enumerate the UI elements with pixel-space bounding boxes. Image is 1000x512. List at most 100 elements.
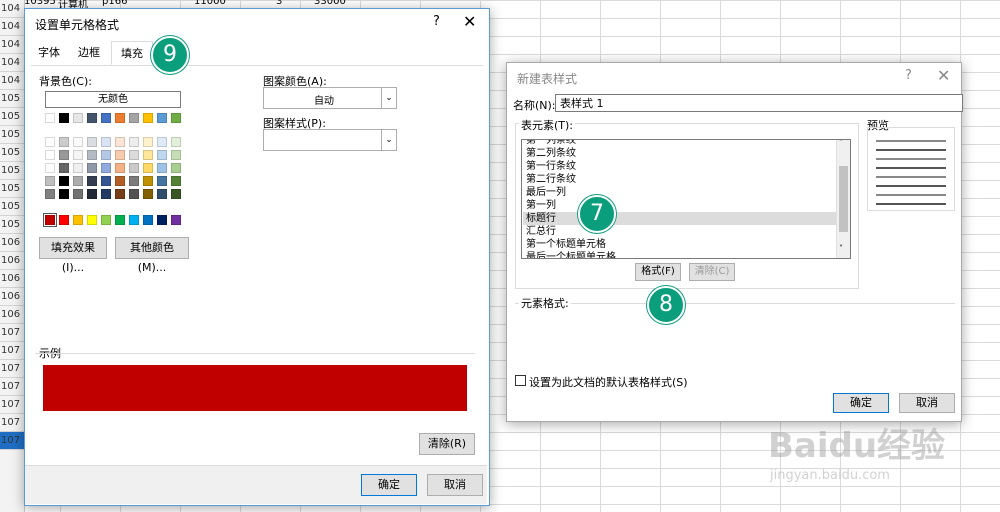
color-swatch[interactable] <box>59 137 69 147</box>
color-swatch[interactable] <box>59 150 69 160</box>
color-swatch[interactable] <box>87 150 97 160</box>
color-swatch[interactable] <box>143 150 153 160</box>
row-header[interactable]: 105 <box>0 144 24 162</box>
color-swatch[interactable] <box>115 176 125 186</box>
pattern-style-select[interactable]: ⌄ <box>263 129 397 151</box>
row-header[interactable]: 105 <box>0 216 24 234</box>
color-swatch[interactable] <box>73 137 83 147</box>
row-headers[interactable]: 104 104 104 104 104 105 105 105 105 105 105 105 105 1… <box>0 0 25 512</box>
color-swatch[interactable] <box>115 137 125 147</box>
list-scrollbar[interactable]: ˄ ˅ <box>836 140 850 258</box>
color-swatch[interactable] <box>87 163 97 173</box>
help-icon[interactable]: ? <box>433 14 440 29</box>
chevron-down-icon[interactable]: ⌄ <box>381 88 396 108</box>
color-swatch[interactable] <box>157 163 167 173</box>
default-style-checkbox[interactable] <box>515 375 526 386</box>
color-swatch[interactable] <box>73 163 83 173</box>
table-element-item[interactable]: 第二行条纹 <box>523 173 836 186</box>
color-swatch[interactable] <box>157 189 167 199</box>
table-element-item[interactable]: 第一个标题单元格 <box>523 238 836 251</box>
color-swatch[interactable] <box>101 176 111 186</box>
color-swatch[interactable] <box>115 113 125 123</box>
color-swatch[interactable] <box>73 189 83 199</box>
color-swatch[interactable] <box>45 189 55 199</box>
color-swatch[interactable] <box>115 150 125 160</box>
row-header[interactable]: 105 <box>0 198 24 216</box>
color-swatch[interactable] <box>171 189 181 199</box>
color-swatch[interactable] <box>73 176 83 186</box>
color-swatch[interactable] <box>45 150 55 160</box>
color-swatch[interactable] <box>171 150 181 160</box>
clear-button[interactable]: 清除(R) <box>419 433 475 455</box>
color-swatch[interactable] <box>115 163 125 173</box>
color-swatch[interactable] <box>171 176 181 186</box>
pattern-color-select[interactable]: 自动 ⌄ <box>263 87 397 109</box>
color-swatch[interactable] <box>45 113 55 123</box>
standard-color-swatch[interactable] <box>115 215 125 225</box>
standard-color-swatch[interactable] <box>157 215 167 225</box>
color-swatch[interactable] <box>59 163 69 173</box>
close-icon[interactable]: ✕ <box>937 66 950 85</box>
table-element-item[interactable]: 第一列 <box>523 199 836 212</box>
color-swatch[interactable] <box>143 137 153 147</box>
color-swatch[interactable] <box>87 113 97 123</box>
standard-color-swatch[interactable] <box>73 215 83 225</box>
row-header[interactable]: 107 <box>0 360 24 378</box>
standard-color-swatch[interactable] <box>87 215 97 225</box>
table-element-item[interactable]: 第一列条纹 <box>523 140 836 147</box>
color-swatch[interactable] <box>101 137 111 147</box>
color-swatch[interactable] <box>157 113 167 123</box>
color-swatch[interactable] <box>157 150 167 160</box>
name-field[interactable] <box>555 94 963 112</box>
standard-color-swatch[interactable] <box>143 215 153 225</box>
color-swatch[interactable] <box>45 137 55 147</box>
scrollbar-thumb[interactable] <box>839 166 848 232</box>
cancel-button[interactable]: 取消 <box>427 474 483 496</box>
row-header[interactable]: 107 <box>0 378 24 396</box>
table-element-item[interactable]: 最后一列 <box>523 186 836 199</box>
tab-font[interactable]: 字体 <box>31 43 67 64</box>
color-swatch[interactable] <box>157 137 167 147</box>
format-button[interactable]: 格式(F) <box>635 263 681 281</box>
cancel-button[interactable]: 取消 <box>899 393 955 413</box>
dialog-titlebar[interactable]: 新建表样式 ? ✕ <box>507 63 961 91</box>
color-swatch[interactable] <box>45 176 55 186</box>
table-element-item[interactable]: 第一行条纹 <box>523 160 836 173</box>
row-header[interactable]: 104 <box>0 72 24 90</box>
row-header[interactable]: 106 <box>0 288 24 306</box>
color-swatch[interactable] <box>101 163 111 173</box>
color-swatch[interactable] <box>143 189 153 199</box>
color-swatch[interactable] <box>129 137 139 147</box>
color-swatch[interactable] <box>143 163 153 173</box>
close-icon[interactable]: ✕ <box>463 12 476 31</box>
row-header[interactable]: 105 <box>0 90 24 108</box>
color-swatch[interactable] <box>129 176 139 186</box>
color-palette[interactable] <box>43 113 185 233</box>
row-header[interactable]: 106 <box>0 306 24 324</box>
color-swatch[interactable] <box>171 163 181 173</box>
color-swatch[interactable] <box>73 113 83 123</box>
color-swatch[interactable] <box>59 176 69 186</box>
tab-border[interactable]: 边框 <box>71 43 107 64</box>
row-header[interactable]: 107 <box>0 432 24 450</box>
row-header[interactable]: 107 <box>0 396 24 414</box>
color-swatch[interactable] <box>101 189 111 199</box>
scroll-up-icon[interactable]: ˄ <box>839 140 843 147</box>
row-header[interactable]: 105 <box>0 180 24 198</box>
color-swatch[interactable] <box>129 113 139 123</box>
fill-effects-button[interactable]: 填充效果(I)... <box>39 237 107 274</box>
row-header[interactable]: 107 <box>0 414 24 432</box>
tab-fill[interactable]: 填充 <box>111 41 153 65</box>
row-header[interactable]: 104 <box>0 18 24 36</box>
standard-color-swatch[interactable] <box>171 215 181 225</box>
color-swatch[interactable] <box>87 189 97 199</box>
color-swatch[interactable] <box>87 176 97 186</box>
scroll-down-icon[interactable]: ˅ <box>839 244 843 253</box>
color-swatch[interactable] <box>143 113 153 123</box>
more-colors-button[interactable]: 其他颜色(M)... <box>115 237 189 274</box>
row-header[interactable]: 104 <box>0 54 24 72</box>
row-header[interactable]: 106 <box>0 252 24 270</box>
help-icon[interactable]: ? <box>905 68 912 83</box>
color-swatch[interactable] <box>101 150 111 160</box>
color-swatch[interactable] <box>59 113 69 123</box>
